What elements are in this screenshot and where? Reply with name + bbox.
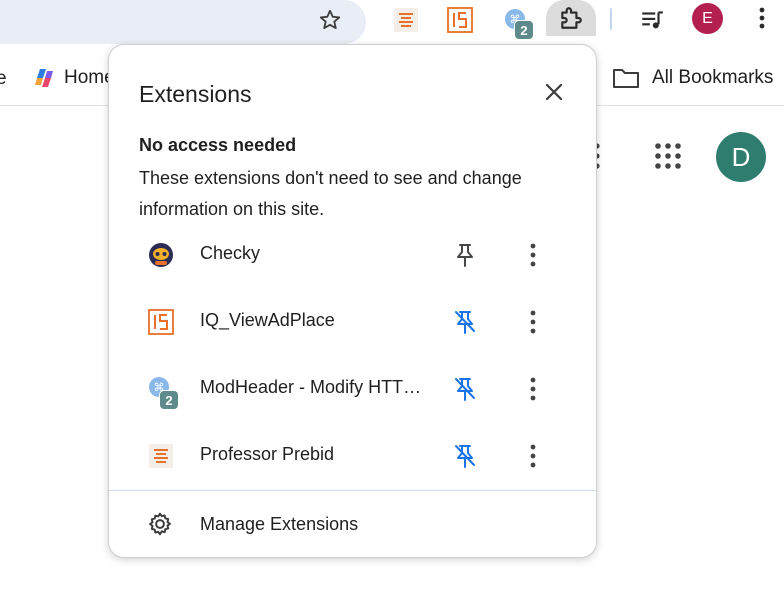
more-options-button[interactable]	[519, 440, 547, 472]
unpinned-icon	[455, 311, 475, 334]
all-bookmarks-label: All Bookmarks	[652, 67, 774, 88]
bookmark-star-icon[interactable]	[316, 6, 344, 34]
extension-row-iq-viewadplace[interactable]: IQ_ViewAdPlace	[109, 294, 596, 350]
iq-viewadplace-toolbar-icon[interactable]	[444, 4, 476, 36]
checky-robot-icon	[145, 239, 177, 271]
pin-button[interactable]	[451, 442, 479, 470]
kebab-menu-icon	[530, 444, 536, 468]
extensions-puzzle-button[interactable]	[546, 0, 596, 36]
extension-row-professor-prebid[interactable]: Professor Prebid	[109, 428, 596, 484]
bookmark-fragment[interactable]: e	[0, 68, 7, 90]
modheader-toolbar-badge: 2	[514, 20, 534, 40]
close-button[interactable]	[541, 79, 567, 105]
professor-prebid-icon	[145, 440, 177, 472]
account-avatar[interactable]: E	[692, 3, 723, 34]
unpinned-icon	[455, 378, 475, 401]
kebab-menu-icon	[530, 310, 536, 334]
extension-row-modheader[interactable]: ⌘ 2 ModHeader - Modify HTTP headers	[109, 361, 596, 417]
toolbar-separator	[610, 8, 612, 30]
unpinned-icon	[455, 445, 475, 468]
all-bookmarks-button[interactable]: All Bookmarks	[612, 66, 773, 90]
section-heading: No access needed	[139, 135, 297, 155]
kebab-menu-icon	[530, 243, 536, 267]
gear-icon	[149, 512, 171, 536]
modheader-toolbar-icon[interactable]: ⌘ 2	[500, 4, 534, 40]
more-options-button[interactable]	[519, 306, 547, 338]
kebab-menu-icon	[530, 377, 536, 401]
iq-viewadplace-icon	[145, 306, 177, 338]
extension-name: ModHeader - Modify HTTP headers	[200, 377, 432, 397]
pin-button[interactable]	[451, 308, 479, 336]
extension-row-checky[interactable]: Checky	[109, 227, 596, 283]
extension-name: Checky	[200, 243, 261, 263]
copilot-icon	[35, 69, 53, 87]
extensions-popup: Extensions No access needed These extens…	[108, 44, 597, 558]
google-apps-icon[interactable]	[654, 142, 682, 170]
address-bar[interactable]	[0, 0, 366, 44]
media-controls-icon[interactable]	[636, 4, 668, 36]
bookmark-home[interactable]: Home	[32, 66, 115, 90]
extension-name: Professor Prebid	[200, 444, 335, 464]
modheader-badge: 2	[159, 390, 179, 410]
puzzle-icon	[561, 7, 582, 29]
professor-prebid-toolbar-icon[interactable]	[390, 4, 422, 36]
close-icon	[545, 83, 563, 101]
pin-button[interactable]	[451, 241, 479, 269]
popup-divider	[109, 490, 596, 491]
modheader-icon: ⌘ 2	[145, 373, 179, 410]
manage-extensions-button[interactable]: Manage Extensions	[109, 497, 596, 549]
extension-name: IQ_ViewAdPlace	[200, 310, 335, 330]
pin-button[interactable]	[451, 375, 479, 403]
manage-extensions-label: Manage Extensions	[200, 514, 359, 534]
section-description: These extensions don't need to see and c…	[139, 168, 522, 219]
pinned-icon	[457, 244, 473, 267]
popup-title: Extensions	[139, 81, 252, 107]
profile-avatar[interactable]: D	[716, 132, 766, 182]
folder-icon	[613, 69, 639, 88]
browser-toolbar: ⌘ 2 E	[0, 0, 784, 44]
more-options-button[interactable]	[519, 373, 547, 405]
browser-menu-icon[interactable]	[750, 4, 774, 32]
more-options-button[interactable]	[519, 239, 547, 271]
